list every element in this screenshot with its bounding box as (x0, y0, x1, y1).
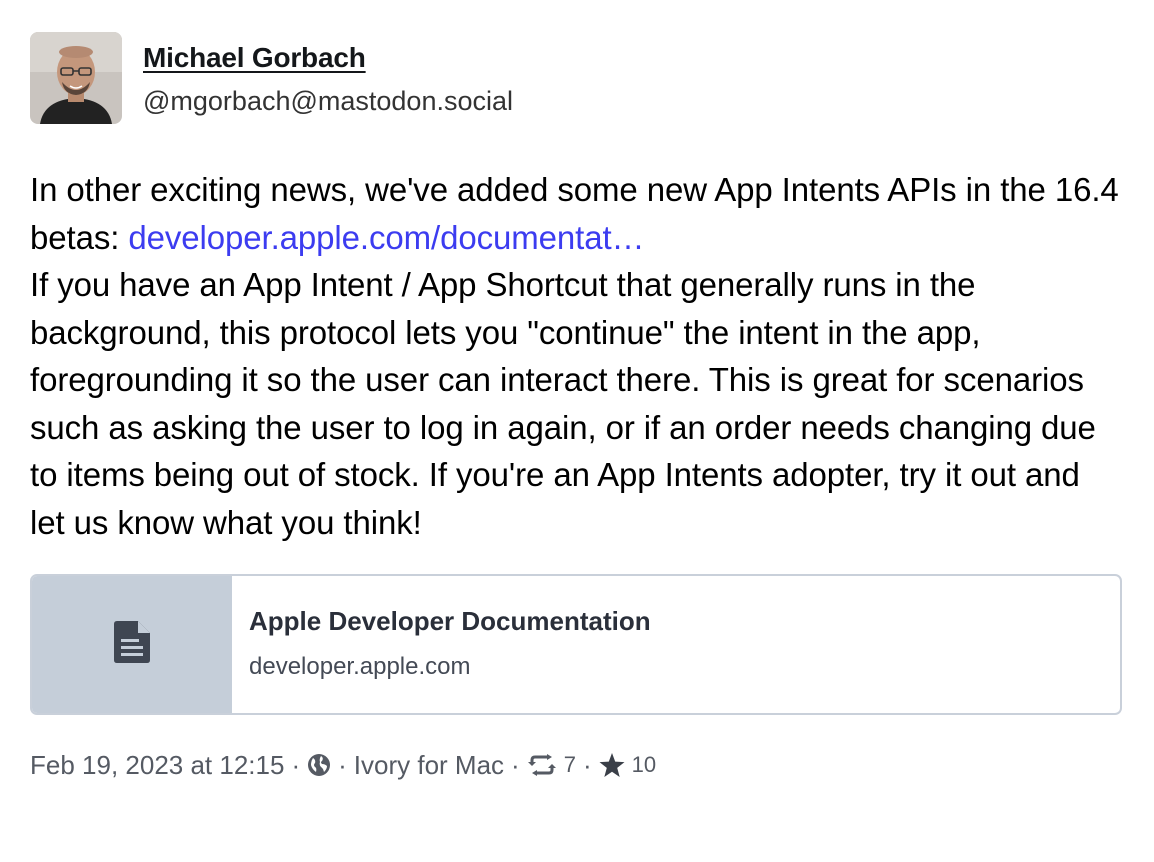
author-handle: @mgorbach@mastodon.social (143, 86, 513, 116)
boost-icon[interactable] (527, 754, 557, 776)
link-preview-body: Apple Developer Documentation developer.… (232, 576, 651, 713)
post-timestamp[interactable]: Feb 19, 2023 at 12:15 (30, 749, 284, 781)
post-link[interactable]: developer.apple.com/documentat… (128, 219, 644, 256)
star-icon[interactable] (599, 752, 625, 778)
link-preview-title: Apple Developer Documentation (249, 606, 651, 636)
globe-icon (307, 753, 331, 777)
meta-separator: · (338, 750, 347, 780)
post: Michael Gorbach @mgorbach@mastodon.socia… (30, 32, 1122, 781)
favorite-count: 10 (631, 752, 657, 777)
post-intro: In other exciting news, we've added some… (30, 166, 1122, 261)
post-header: Michael Gorbach @mgorbach@mastodon.socia… (30, 32, 1122, 124)
link-preview-thumbnail (32, 576, 232, 713)
author-info: Michael Gorbach @mgorbach@mastodon.socia… (143, 32, 513, 118)
avatar[interactable] (30, 32, 122, 124)
post-client: Ivory for Mac (353, 750, 505, 780)
meta-separator: · (291, 750, 301, 780)
post-body: If you have an App Intent / App Shortcut… (30, 266, 1096, 541)
boost-count: 7 (563, 752, 576, 777)
meta-separator: · (511, 750, 520, 780)
meta-separator: · (582, 750, 592, 780)
author-display-name[interactable]: Michael Gorbach (143, 41, 513, 75)
post-content: In other exciting news, we've added some… (30, 166, 1122, 546)
post-meta: Feb 19, 2023 at 12:15 · · Ivory for Mac … (30, 749, 1122, 781)
link-preview-card[interactable]: Apple Developer Documentation developer.… (30, 574, 1122, 715)
document-icon (114, 621, 150, 668)
link-preview-domain: developer.apple.com (249, 653, 471, 680)
